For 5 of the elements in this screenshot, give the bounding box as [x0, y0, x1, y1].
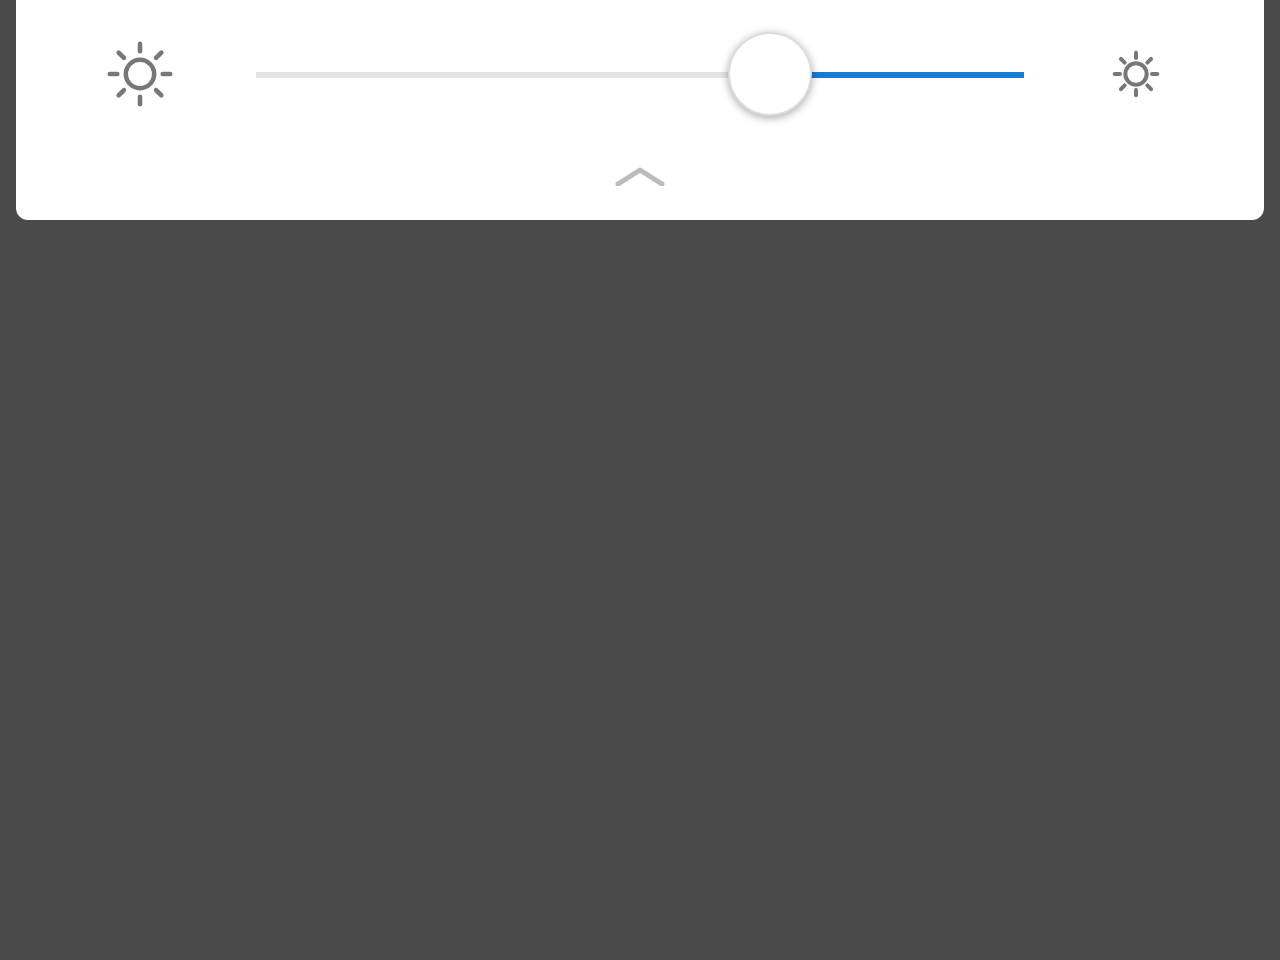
slider-thumb[interactable]	[728, 32, 813, 116]
sun-icon	[106, 40, 174, 108]
sun-icon	[1112, 50, 1160, 98]
chevron-up-icon[interactable]	[614, 166, 666, 186]
brightness-slider[interactable]	[256, 32, 1024, 116]
